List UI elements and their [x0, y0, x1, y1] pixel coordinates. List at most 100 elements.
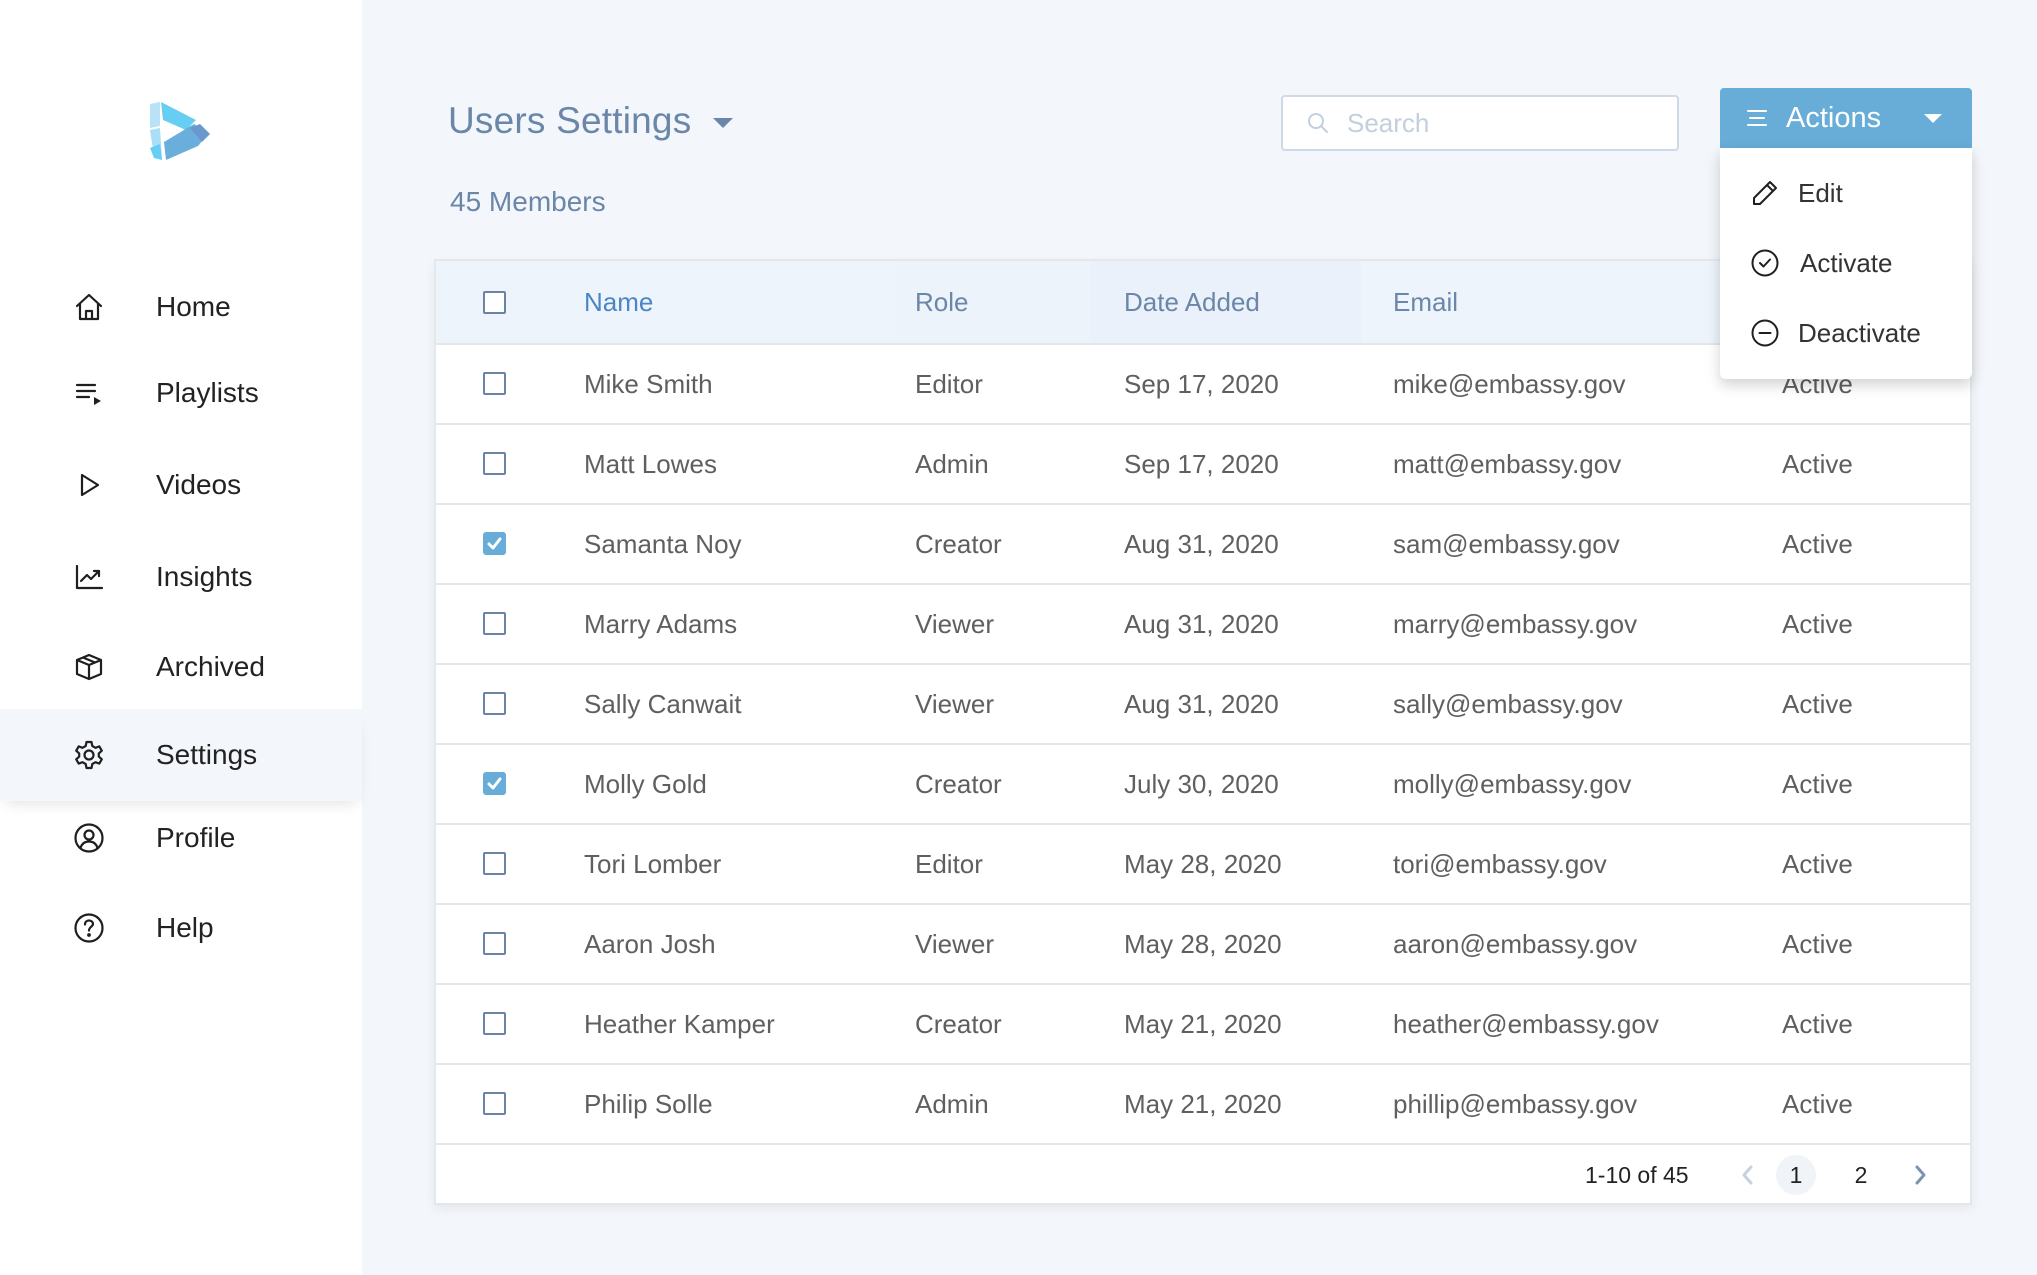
cell-date-added: Sep 17, 2020 [1124, 368, 1279, 399]
play-icon [72, 468, 106, 502]
table-row[interactable]: Philip Solle Admin May 21, 2020 phillip@… [436, 1065, 1970, 1145]
sidebar-item-settings[interactable]: Settings [0, 709, 362, 801]
sidebar: Home Playlists Videos Insights Archived … [0, 0, 362, 1275]
cell-status: Active [1782, 448, 1853, 479]
cell-date-added: Aug 31, 2020 [1124, 528, 1279, 559]
cell-status: Active [1782, 848, 1853, 879]
sidebar-item-label: Settings [156, 739, 258, 770]
row-checkbox[interactable] [483, 612, 506, 635]
search-icon [1308, 113, 1328, 133]
caret-down-icon [713, 118, 734, 128]
cell-date-added: Sep 17, 2020 [1124, 448, 1279, 479]
cell-name: Marry Adams [584, 608, 738, 639]
actions-menu: Edit Activate Deactivate [1720, 148, 1972, 379]
cell-status: Active [1782, 928, 1853, 959]
table-footer: 1-10 of 45 1 2 [436, 1145, 1970, 1205]
app-logo[interactable] [146, 98, 212, 164]
search-input[interactable] [1347, 105, 1667, 141]
caret-down-icon [1924, 114, 1942, 123]
table-row[interactable]: Aaron Josh Viewer May 28, 2020 aaron@emb… [436, 905, 1970, 985]
sidebar-item-label: Profile [156, 822, 236, 853]
table-row[interactable]: Heather Kamper Creator May 21, 2020 heat… [436, 985, 1970, 1065]
table-row[interactable]: Matt Lowes Admin Sep 17, 2020 matt@embas… [436, 425, 1970, 505]
cell-email: sally@embassy.gov [1393, 688, 1623, 719]
sidebar-item-profile[interactable]: Profile [0, 792, 362, 884]
prev-page-button[interactable] [1736, 1163, 1760, 1187]
row-checkbox[interactable] [483, 1012, 506, 1035]
chevron-right-icon [1915, 1165, 1926, 1185]
column-header-name[interactable]: Name [584, 261, 653, 343]
members-count: 45 Members [450, 186, 606, 217]
cell-name: Philip Solle [584, 1088, 713, 1119]
table-row[interactable]: Sally Canwait Viewer Aug 31, 2020 sally@… [436, 665, 1970, 745]
playlist-icon [72, 376, 106, 410]
help-circle-icon [72, 911, 106, 945]
cell-status: Active [1782, 528, 1853, 559]
menu-item-label: Deactivate [1798, 317, 1921, 348]
cell-role: Admin [915, 448, 989, 479]
select-all-checkbox[interactable] [483, 291, 506, 314]
cell-date-added: May 28, 2020 [1124, 928, 1282, 959]
cell-role: Editor [915, 848, 983, 879]
actions-button[interactable]: Actions [1720, 88, 1972, 148]
page-1-button[interactable]: 1 [1776, 1155, 1816, 1195]
table-row[interactable]: Molly Gold Creator July 30, 2020 molly@e… [436, 745, 1970, 825]
table-row[interactable]: Samanta Noy Creator Aug 31, 2020 sam@emb… [436, 505, 1970, 585]
table-row[interactable]: Marry Adams Viewer Aug 31, 2020 marry@em… [436, 585, 1970, 665]
column-header-date-added[interactable]: Date Added [1124, 261, 1260, 343]
row-checkbox[interactable] [483, 852, 506, 875]
sidebar-item-label: Archived [156, 651, 265, 682]
cell-role: Creator [915, 528, 1002, 559]
cell-email: phillip@embassy.gov [1393, 1088, 1638, 1119]
cell-name: Matt Lowes [584, 448, 717, 479]
cell-name: Mike Smith [584, 368, 713, 399]
gear-icon [72, 738, 106, 772]
menu-item-deactivate[interactable]: Deactivate [1720, 300, 1972, 366]
sidebar-item-archived[interactable]: Archived [0, 621, 362, 713]
checkmark-icon [487, 537, 502, 550]
cell-name: Aaron Josh [584, 928, 716, 959]
cell-name: Molly Gold [584, 768, 707, 799]
row-checkbox[interactable] [483, 452, 506, 475]
sidebar-item-home[interactable]: Home [0, 261, 362, 353]
sidebar-item-insights[interactable]: Insights [0, 531, 362, 623]
cell-email: heather@embassy.gov [1393, 1008, 1659, 1039]
menu-item-label: Edit [1798, 177, 1843, 208]
page-title-dropdown[interactable]: Users Settings [448, 100, 734, 142]
cell-email: aaron@embassy.gov [1393, 928, 1638, 959]
table-row[interactable]: Tori Lomber Editor May 28, 2020 tori@emb… [436, 825, 1970, 905]
sidebar-item-videos[interactable]: Videos [0, 439, 362, 531]
home-icon [72, 290, 106, 324]
sidebar-item-label: Insights [156, 561, 253, 592]
sidebar-item-label: Home [156, 291, 231, 322]
cell-status: Active [1782, 688, 1853, 719]
cell-role: Creator [915, 1008, 1002, 1039]
row-checkbox[interactable] [483, 772, 506, 795]
row-checkbox[interactable] [483, 1092, 506, 1115]
cell-date-added: Aug 31, 2020 [1124, 688, 1279, 719]
row-checkbox[interactable] [483, 372, 506, 395]
menu-item-edit[interactable]: Edit [1720, 160, 1972, 226]
row-checkbox[interactable] [483, 932, 506, 955]
checkmark-icon [487, 777, 502, 790]
menu-item-label: Activate [1800, 247, 1893, 278]
menu-item-activate[interactable]: Activate [1720, 230, 1972, 296]
row-checkbox[interactable] [483, 692, 506, 715]
column-header-role[interactable]: Role [915, 261, 968, 343]
cell-date-added: May 28, 2020 [1124, 848, 1282, 879]
row-checkbox[interactable] [483, 532, 506, 555]
cell-status: Active [1782, 608, 1853, 639]
next-page-button[interactable] [1908, 1163, 1932, 1187]
check-circle-icon [1751, 249, 1779, 277]
column-header-email[interactable]: Email [1393, 261, 1458, 343]
cell-name: Sally Canwait [584, 688, 742, 719]
sidebar-item-playlists[interactable]: Playlists [0, 347, 362, 439]
page-2-button[interactable]: 2 [1841, 1155, 1881, 1195]
search-box[interactable] [1281, 95, 1679, 151]
cell-role: Viewer [915, 608, 995, 639]
box-icon [72, 650, 106, 684]
cell-status: Active [1782, 1008, 1853, 1039]
cell-email: tori@embassy.gov [1393, 848, 1607, 879]
sidebar-item-help[interactable]: Help [0, 882, 362, 974]
cell-role: Creator [915, 768, 1002, 799]
